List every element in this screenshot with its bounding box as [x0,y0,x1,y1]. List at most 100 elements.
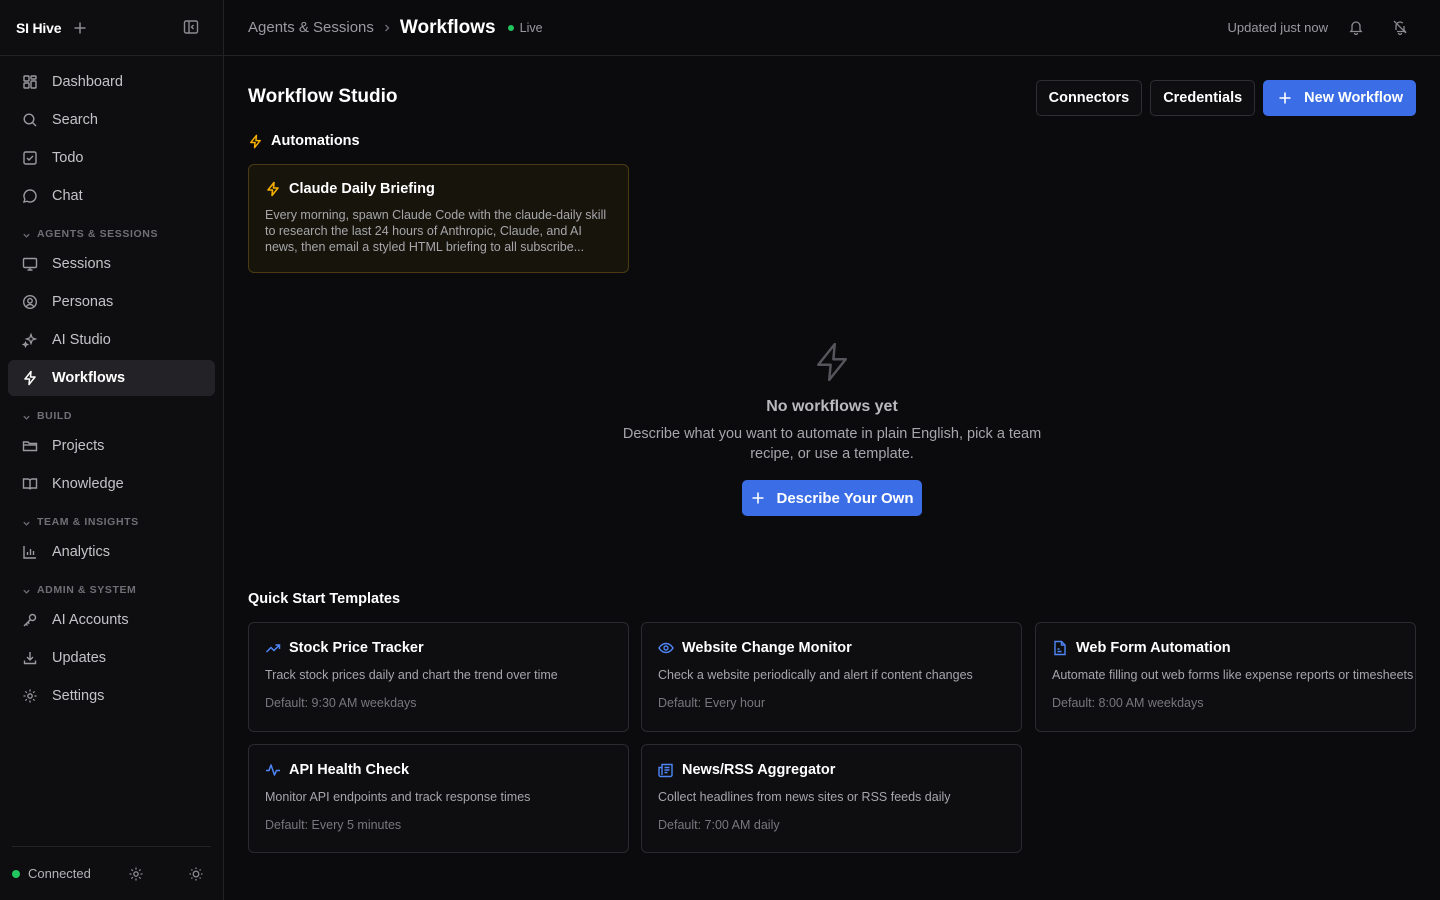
automations-title: Automations [271,133,360,149]
plus-icon [751,491,765,505]
connection-status: Connected [28,866,91,881]
sidebar-item-personas[interactable]: Personas [8,284,215,320]
group-label-text: TEAM & INSIGHTS [37,516,139,528]
file-form-icon [1052,640,1068,656]
chevron-down-icon [22,587,31,596]
describe-your-own-button[interactable]: Describe Your Own [742,480,922,516]
sidebar-footer: Connected [12,846,211,900]
sparkles-icon [22,332,38,348]
sidebar-collapse-icon[interactable] [183,19,199,35]
sidebar: SI Hive Dashboard Search Todo Chat AGENT… [0,0,224,900]
sidebar-item-search[interactable]: Search [8,102,215,138]
empty-state-title: No workflows yet [766,398,898,415]
zap-icon [265,181,281,197]
chevron-right-icon [382,23,392,33]
template-card-stock-price-tracker[interactable]: Stock Price Tracker Track stock prices d… [248,622,629,732]
template-title: API Health Check [289,762,410,778]
template-default-schedule: Default: Every 5 minutes [265,818,402,832]
search-icon [22,112,38,128]
group-label-text: ADMIN & SYSTEM [37,584,137,596]
bar-chart-icon [22,544,38,560]
sidebar-item-knowledge[interactable]: Knowledge [8,466,215,502]
plus-icon [1278,91,1292,105]
sidebar-item-sessions[interactable]: Sessions [8,246,215,282]
sidebar-item-label: AI Accounts [52,612,129,628]
group-label-agents[interactable]: AGENTS & SESSIONS [8,216,215,246]
template-card-website-change-monitor[interactable]: Website Change Monitor Check a website p… [641,622,1022,732]
live-label: Live [519,20,543,35]
automations-heading: Automations [248,133,360,149]
automation-card[interactable]: Claude Daily Briefing Every morning, spa… [248,164,629,273]
sidebar-item-label: Workflows [52,370,126,386]
live-dot [507,24,514,31]
template-title-row: News/RSS Aggregator [658,762,1005,778]
bell-off-icon[interactable] [1392,19,1408,35]
credentials-button[interactable]: Credentials [1150,80,1256,116]
template-title: News/RSS Aggregator [682,762,836,778]
newspaper-icon [658,762,674,778]
template-default-schedule: Default: 8:00 AM weekdays [1052,696,1204,710]
template-description: Monitor API endpoints and track response… [265,790,531,804]
sidebar-item-workflows[interactable]: Workflows [8,360,215,396]
monitor-icon [22,256,38,272]
sidebar-item-label: Updates [52,650,107,666]
book-icon [22,476,38,492]
chevron-down-icon [22,519,31,528]
eye-icon [658,640,674,656]
sidebar-item-label: Personas [52,294,114,310]
top-bar: Agents & Sessions Workflows Live Updated… [224,0,1440,56]
sidebar-header: SI Hive [0,0,223,56]
template-title: Stock Price Tracker [289,640,424,656]
sidebar-item-label: Knowledge [52,476,124,492]
sidebar-item-label: Chat [52,188,83,204]
sidebar-item-todo[interactable]: Todo [8,140,215,176]
describe-your-own-label: Describe Your Own [776,489,914,507]
sidebar-item-label: Sessions [52,256,111,272]
template-default-schedule: Default: 9:30 AM weekdays [265,696,417,710]
template-title: Website Change Monitor [682,640,852,656]
zap-icon [810,340,854,384]
template-card-api-health-check[interactable]: API Health Check Monitor API endpoints a… [248,744,629,853]
connectors-button[interactable]: Connectors [1035,80,1143,116]
group-label-build[interactable]: BUILD [8,398,215,428]
sidebar-item-ai-studio[interactable]: AI Studio [8,322,215,358]
template-title-row: Website Change Monitor [658,640,1005,656]
sidebar-item-label: Analytics [52,544,111,560]
automation-card-title: Claude Daily Briefing [289,181,435,197]
theme-sun-icon[interactable] [188,866,204,882]
template-title-row: Web Form Automation [1052,640,1399,656]
persona-icon [22,294,38,310]
trending-up-icon [265,640,281,656]
sidebar-item-projects[interactable]: Projects [8,428,215,464]
add-icon[interactable] [73,21,87,35]
bell-icon[interactable] [1348,19,1364,35]
sidebar-item-dashboard[interactable]: Dashboard [8,64,215,100]
sidebar-item-chat[interactable]: Chat [8,178,215,214]
new-workflow-button[interactable]: New Workflow [1263,80,1416,116]
automation-card-title-row: Claude Daily Briefing [265,181,612,197]
sidebar-item-label: AI Studio [52,332,111,348]
chevron-down-icon [22,231,31,240]
sidebar-item-ai-accounts[interactable]: AI Accounts [8,602,215,638]
dashboard-icon [22,74,38,90]
group-label-text: AGENTS & SESSIONS [37,228,159,240]
breadcrumb-parent[interactable]: Agents & Sessions [248,19,374,36]
sidebar-item-label: Projects [52,438,105,454]
group-label-team[interactable]: TEAM & INSIGHTS [8,504,215,534]
sidebar-item-settings[interactable]: Settings [8,678,215,714]
sidebar-item-updates[interactable]: Updates [8,640,215,676]
template-description: Check a website periodically and alert i… [658,668,973,682]
settings-gear-icon[interactable] [128,866,144,882]
template-card-web-form-automation[interactable]: Web Form Automation Automate filling out… [1035,622,1416,732]
template-title: Web Form Automation [1076,640,1231,656]
automation-card-description: Every morning, spawn Claude Code with th… [265,208,607,254]
zap-icon [22,370,38,386]
folder-icon [22,438,38,454]
template-card-news-rss-aggregator[interactable]: News/RSS Aggregator Collect headlines fr… [641,744,1022,853]
chat-icon [22,188,38,204]
sidebar-item-analytics[interactable]: Analytics [8,534,215,570]
template-title-row: API Health Check [265,762,612,778]
todo-icon [22,150,38,166]
group-label-admin[interactable]: ADMIN & SYSTEM [8,572,215,602]
empty-state: No workflows yet Describe what you want … [248,340,1416,516]
